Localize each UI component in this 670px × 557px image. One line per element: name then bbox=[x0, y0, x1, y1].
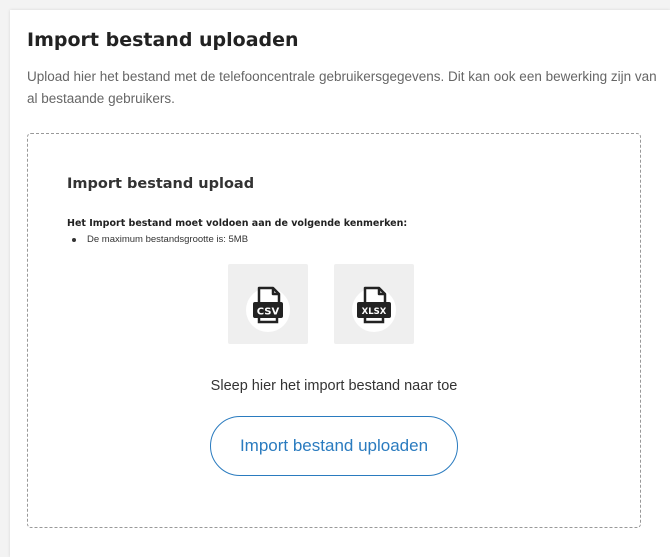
drag-drop-hint: Sleep hier het import bestand naar toe bbox=[210, 378, 458, 394]
requirements-heading: Het Import bestand moet voldoen aan de v… bbox=[67, 218, 408, 229]
requirements-list: De maximum bestandsgrootte is: 5MB bbox=[67, 234, 248, 245]
upload-file-button[interactable]: Import bestand uploaden bbox=[210, 416, 458, 476]
csv-file-icon: CSV bbox=[228, 264, 308, 344]
import-card: Import bestand uploaden Upload hier het … bbox=[10, 10, 670, 557]
dropzone-title: Import bestand upload bbox=[67, 176, 255, 192]
svg-text:CSV: CSV bbox=[257, 307, 280, 318]
svg-text:XLSX: XLSX bbox=[362, 307, 387, 317]
xlsx-file-icon: XLSX bbox=[334, 264, 414, 344]
page-title: Import bestand uploaden bbox=[27, 29, 299, 51]
requirement-item: De maximum bestandsgrootte is: 5MB bbox=[67, 234, 248, 245]
page-description: Upload hier het bestand met de telefoonc… bbox=[27, 69, 657, 106]
file-dropzone[interactable]: Import bestand upload Het Import bestand… bbox=[27, 133, 641, 528]
